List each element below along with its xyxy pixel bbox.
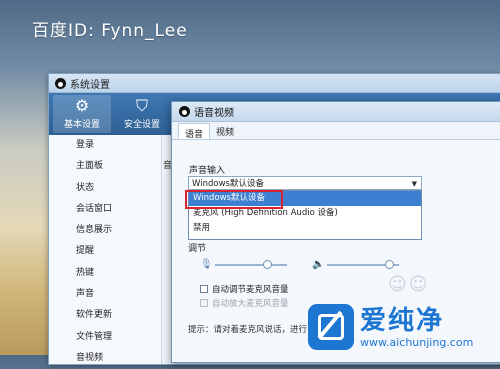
shield-icon: ⛉ xyxy=(135,96,148,115)
mic-volume-slider[interactable] xyxy=(215,260,287,269)
auto-amplify-mic-label: 自动放大麦克风音量 xyxy=(212,299,289,309)
sidebar-item-reminders[interactable]: 提醒 xyxy=(49,241,161,262)
red-highlight-box xyxy=(185,190,283,209)
auto-adjust-mic-row[interactable]: 自动调节麦克风音量 xyxy=(200,283,289,295)
voice-input-label: 声音输入 xyxy=(189,166,226,176)
microphone-icon: 🎙 xyxy=(200,259,213,270)
speaker-volume-slider-row: 🔈 xyxy=(312,259,399,271)
auto-amplify-mic-checkbox xyxy=(200,299,208,307)
logo-brand-text: 爱纯净 xyxy=(360,305,445,336)
sidebar-item-info-display[interactable]: 信息展示 xyxy=(49,220,161,241)
aichunjing-logo-icon xyxy=(308,304,354,350)
mic-volume-thumb[interactable] xyxy=(263,260,272,269)
qq-penguin-icon xyxy=(55,77,66,89)
logo-url-text: www.aichunjing.com xyxy=(360,335,474,349)
tab-video[interactable]: 视频 xyxy=(210,122,240,139)
sidebar-item-hotkeys[interactable]: 热键 xyxy=(49,263,161,284)
voice-input-select-value: Windows默认设备 xyxy=(192,179,264,189)
sidebar-item-status[interactable]: 状态 xyxy=(49,178,161,199)
speaker-icon: 🔈 xyxy=(312,259,325,270)
auto-adjust-mic-label: 自动调节麦克风音量 xyxy=(212,285,289,295)
tab-voice[interactable]: 语音 xyxy=(178,123,211,140)
voice-dialog-titlebar[interactable]: 语音视频 xyxy=(172,102,500,122)
gear-icon: ⚙ xyxy=(74,96,90,115)
sidebar-item-audio-video[interactable]: 音视频 xyxy=(49,348,161,369)
speaker-volume-thumb[interactable] xyxy=(385,260,394,269)
aichunjing-logo: 爱纯净 www.aichunjing.com xyxy=(308,299,500,355)
hint-text: 提示：请对着麦克风说话，进行 xyxy=(188,325,308,335)
toolbar-security-settings[interactable]: ⛉ 安全设置 xyxy=(113,95,171,130)
speaker-volume-slider[interactable] xyxy=(327,260,399,269)
sidebar-item-sound[interactable]: 声音 xyxy=(49,284,161,305)
baidu-id-watermark: 百度ID: Fynn_Lee xyxy=(32,21,188,41)
logo-text: 爱纯净 www.aichunjing.com xyxy=(360,306,473,349)
adjust-label: 调节 xyxy=(188,244,207,254)
toolbar-basic-settings-label: 基本设置 xyxy=(63,120,100,130)
sidebar-item-file-management[interactable]: 文件管理 xyxy=(49,327,161,348)
mic-volume-slider-row: 🎙 xyxy=(200,259,287,271)
settings-sidebar: 登录 主面板 状态 会话窗口 信息展示 提醒 热键 声音 软件更新 文件管理 音… xyxy=(49,135,162,364)
auto-amplify-mic-row: 自动放大麦克风音量 xyxy=(200,297,289,309)
sidebar-item-main-panel[interactable]: 主面板 xyxy=(49,156,161,177)
qq-penguin-icon xyxy=(179,106,190,117)
voice-dialog-title: 语音视频 xyxy=(194,108,234,119)
settings-window-title: 系统设置 xyxy=(70,79,110,91)
avatar-placeholder-icon: ☺☺ xyxy=(388,274,430,295)
auto-adjust-mic-checkbox[interactable] xyxy=(200,285,208,293)
voice-input-select[interactable]: Windows默认设备 ▼ xyxy=(188,176,422,190)
settings-titlebar[interactable]: 系统设置 xyxy=(49,74,500,93)
sidebar-item-login[interactable]: 登录 xyxy=(49,135,161,156)
dropdown-option-disable[interactable]: 禁用 xyxy=(189,221,421,236)
toolbar-basic-settings[interactable]: ⚙ 基本设置 xyxy=(53,95,111,133)
sidebar-item-software-update[interactable]: 软件更新 xyxy=(49,305,161,326)
voice-dialog-tabs: 语音 视频 xyxy=(172,122,500,140)
sidebar-item-chat-window[interactable]: 会话窗口 xyxy=(49,199,161,220)
chevron-down-icon[interactable]: ▼ xyxy=(412,177,417,191)
toolbar-security-settings-label: 安全设置 xyxy=(123,120,160,130)
